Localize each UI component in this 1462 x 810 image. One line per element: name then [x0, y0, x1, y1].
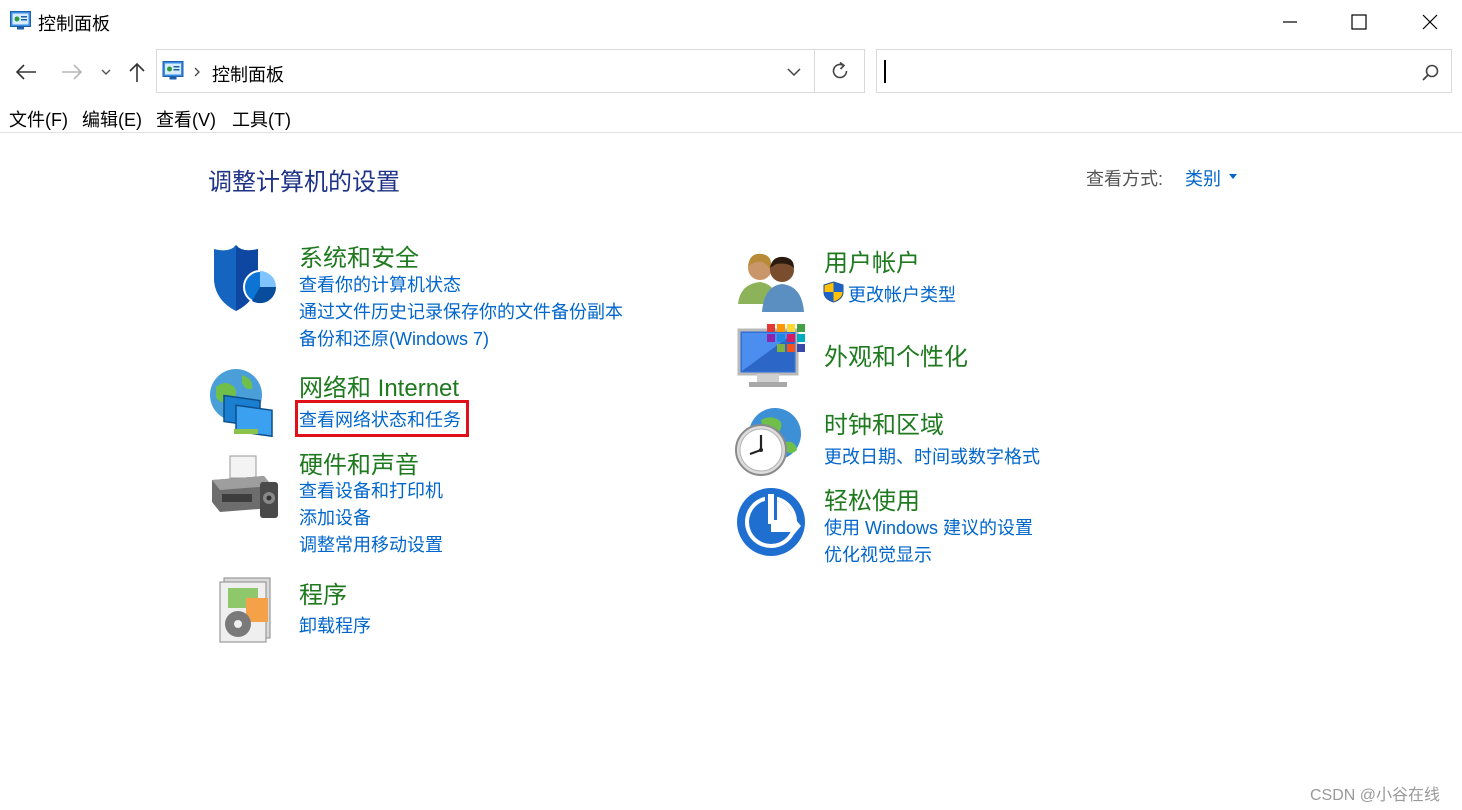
maximize-button[interactable] — [1324, 0, 1394, 44]
control-panel-icon — [162, 61, 184, 80]
window-title: 控制面板 — [38, 14, 110, 34]
menu-file[interactable]: 文件(F) — [9, 106, 68, 132]
link-devices-printers[interactable]: 查看设备和打印机 — [299, 477, 443, 503]
clock-globe-icon[interactable] — [733, 406, 805, 478]
page-title: 调整计算机的设置 — [208, 169, 400, 196]
chevron-down-icon — [101, 69, 111, 75]
network-globe-icon[interactable] — [206, 365, 278, 437]
title-bar: 控制面板 — [0, 0, 1462, 44]
chevron-down-icon — [787, 68, 801, 76]
caret-down-icon[interactable] — [1229, 174, 1237, 179]
menu-bar: 文件(F) 编辑(E) 查看(V) 工具(T) — [0, 103, 1462, 133]
user-accounts-icon[interactable] — [736, 246, 808, 318]
close-icon — [1422, 14, 1438, 30]
minimize-icon — [1283, 21, 1297, 23]
chevron-right-icon — [194, 67, 200, 77]
close-button[interactable] — [1395, 0, 1462, 44]
category-system-security[interactable]: 系统和安全 — [299, 238, 419, 273]
address-dropdown-button[interactable] — [784, 64, 804, 80]
link-backup-restore[interactable]: 备份和还原(Windows 7) — [299, 325, 489, 351]
category-ease-of-access[interactable]: 轻松使用 — [824, 481, 920, 516]
watermark: CSDN @小谷在线 — [1310, 787, 1441, 804]
appearance-monitor-icon[interactable] — [737, 322, 809, 394]
forward-button[interactable] — [56, 58, 88, 86]
link-date-time-format[interactable]: 更改日期、时间或数字格式 — [824, 443, 1040, 469]
maximize-icon — [1351, 14, 1367, 30]
category-network-internet[interactable]: 网络和 Internet — [299, 368, 459, 403]
link-recommended-settings[interactable]: 使用 Windows 建议的设置 — [824, 514, 1033, 540]
printer-icon[interactable] — [208, 452, 280, 524]
programs-disc-icon[interactable] — [210, 572, 282, 644]
link-add-device[interactable]: 添加设备 — [299, 504, 371, 530]
menu-view[interactable]: 查看(V) — [156, 106, 216, 132]
link-change-account-type[interactable]: 更改帐户类型 — [848, 281, 956, 307]
search-input[interactable] — [876, 49, 1452, 93]
address-path[interactable]: 控制面板 — [212, 61, 284, 87]
link-uninstall-program[interactable]: 卸载程序 — [299, 612, 371, 638]
refresh-button[interactable] — [815, 49, 865, 93]
category-programs[interactable]: 程序 — [299, 575, 347, 610]
link-file-history[interactable]: 通过文件历史记录保存你的文件备份副本 — [299, 298, 623, 324]
menu-tools[interactable]: 工具(T) — [232, 106, 291, 132]
text-cursor — [884, 60, 886, 83]
link-mobility-settings[interactable]: 调整常用移动设置 — [299, 531, 443, 557]
link-optimize-display[interactable]: 优化视觉显示 — [824, 541, 932, 567]
view-by-label: 查看方式: — [1086, 169, 1164, 189]
uac-shield-icon — [823, 281, 844, 303]
arrow-left-icon — [15, 64, 36, 80]
ease-of-access-icon[interactable] — [735, 486, 807, 558]
recent-locations-button[interactable] — [97, 62, 115, 82]
security-shield-icon[interactable] — [208, 243, 280, 315]
menu-edit[interactable]: 编辑(E) — [82, 106, 142, 132]
category-appearance[interactable]: 外观和个性化 — [824, 337, 968, 372]
minimize-button[interactable] — [1255, 0, 1325, 44]
arrow-right-icon — [62, 64, 83, 80]
search-icon[interactable] — [1422, 64, 1439, 81]
up-button[interactable] — [124, 58, 150, 86]
view-by-dropdown[interactable]: 类别 — [1185, 165, 1221, 191]
category-hardware-sound[interactable]: 硬件和声音 — [299, 445, 419, 480]
highlight-annotation — [295, 400, 469, 437]
control-panel-icon — [10, 11, 31, 30]
category-user-accounts[interactable]: 用户帐户 — [824, 243, 920, 278]
link-view-computer-status[interactable]: 查看你的计算机状态 — [299, 271, 461, 297]
arrow-up-icon — [129, 62, 145, 82]
address-bar[interactable]: 控制面板 — [156, 49, 815, 93]
back-button[interactable] — [10, 58, 42, 86]
refresh-icon — [832, 61, 847, 79]
category-clock-region[interactable]: 时钟和区域 — [824, 405, 944, 440]
